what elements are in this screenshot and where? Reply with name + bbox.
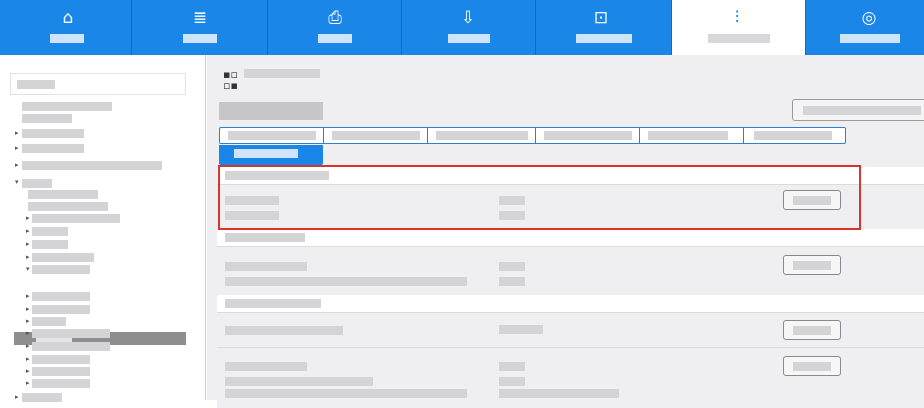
row-label — [225, 262, 307, 271]
sidebar-item[interactable] — [32, 329, 110, 338]
sidebar-item[interactable] — [22, 144, 84, 153]
settings-row — [217, 312, 924, 347]
action-button[interactable] — [792, 99, 924, 121]
nav-label-home — [50, 34, 84, 43]
row-value — [499, 389, 619, 398]
lifebuoy-icon: ◎ — [861, 8, 877, 28]
sidebar-item[interactable] — [22, 161, 162, 170]
sidebar-item[interactable] — [22, 393, 62, 402]
tab-bar — [219, 127, 846, 144]
nav-item-download[interactable]: ⇩ — [402, 0, 536, 55]
nav-item-storage[interactable]: ≣ — [132, 0, 268, 55]
sidebar-item[interactable] — [22, 129, 84, 138]
sidebar-item[interactable] — [28, 190, 98, 199]
chevron-right-icon[interactable]: ▸ — [26, 227, 30, 236]
row-value — [499, 362, 525, 371]
page-title — [219, 102, 323, 120]
chevron-right-icon[interactable]: ▸ — [15, 161, 19, 170]
chevron-right-icon[interactable]: ▸ — [26, 305, 30, 314]
row-label — [225, 277, 467, 286]
sidebar-item[interactable] — [32, 342, 110, 351]
nav-label-device — [576, 34, 632, 43]
sidebar-item[interactable] — [32, 265, 90, 274]
grid-icon[interactable]: ▪▫ ▫▪ — [223, 69, 238, 91]
sidebar-item[interactable] — [32, 227, 68, 236]
chevron-right-icon[interactable]: ▸ — [26, 355, 30, 364]
sidebar-item[interactable] — [32, 240, 68, 249]
sidebar-item[interactable] — [32, 292, 90, 301]
row-label — [225, 326, 343, 335]
tab[interactable] — [536, 128, 640, 143]
sidebar-item[interactable] — [22, 102, 112, 111]
section-header — [217, 295, 924, 312]
tab[interactable] — [220, 128, 324, 143]
printer-icon: ⎙ — [328, 8, 342, 28]
nav-label-settings — [708, 34, 770, 43]
chevron-right-icon[interactable]: ▸ — [26, 292, 30, 301]
chevron-right-icon[interactable]: ▸ — [15, 393, 19, 402]
sidebar: ▸ ▸ ▸ ▾ ▸ ▸ ▸ ▸ ▾ ▸ ▸ ▸ ▸ ▸ ▸ ▸ ▸ ▸ — [0, 55, 206, 402]
chevron-right-icon[interactable]: ▸ — [26, 214, 30, 223]
top-nav: ⌂ ≣ ⎙ ⇩ ⊡ ⫶ ◎ — [0, 0, 924, 55]
edit-button[interactable] — [783, 320, 841, 340]
chevron-right-icon[interactable]: ▸ — [15, 129, 19, 138]
sidebar-search-input[interactable] — [10, 73, 186, 95]
tab-active[interactable] — [219, 145, 323, 165]
highlight-box — [218, 165, 861, 230]
chevron-right-icon[interactable]: ▸ — [26, 329, 30, 338]
tab[interactable] — [640, 128, 744, 143]
settings-row — [217, 246, 924, 297]
row-value — [499, 377, 525, 386]
chevron-right-icon[interactable]: ▸ — [26, 240, 30, 249]
section-header — [217, 229, 924, 246]
row-value — [499, 325, 543, 334]
breadcrumb[interactable] — [244, 69, 320, 78]
sidebar-item[interactable] — [22, 179, 52, 188]
nav-item-print[interactable]: ⎙ — [268, 0, 402, 55]
stack-icon: ≣ — [192, 8, 208, 28]
chevron-right-icon[interactable]: ▸ — [26, 253, 30, 262]
nav-label-print — [318, 34, 352, 43]
nav-item-support[interactable]: ◎ — [806, 0, 924, 55]
sidebar-item[interactable] — [32, 355, 90, 364]
device-icon: ⊡ — [593, 8, 609, 28]
chevron-right-icon[interactable]: ▸ — [26, 317, 30, 326]
tab[interactable] — [744, 128, 845, 143]
tab[interactable] — [428, 128, 536, 143]
sidebar-item[interactable] — [32, 379, 90, 388]
chevron-down-icon[interactable]: ▾ — [26, 265, 30, 274]
chevron-right-icon[interactable]: ▸ — [26, 367, 30, 376]
home-icon: ⌂ — [62, 8, 74, 28]
nav-item-device[interactable]: ⊡ — [536, 0, 672, 55]
edit-button[interactable] — [783, 356, 841, 376]
chevron-right-icon[interactable]: ▸ — [15, 144, 19, 153]
nav-label-download — [448, 34, 490, 43]
row-label — [225, 389, 467, 398]
sidebar-item[interactable] — [32, 214, 120, 223]
chevron-right-icon[interactable]: ▸ — [26, 342, 30, 351]
row-value — [499, 277, 525, 286]
row-label — [225, 362, 307, 371]
sidebar-item[interactable] — [28, 202, 108, 211]
sidebar-item[interactable] — [32, 305, 90, 314]
sidebar-item[interactable] — [22, 114, 72, 123]
sidebar-item[interactable] — [32, 253, 94, 262]
row-label — [225, 377, 373, 386]
row-value — [499, 262, 525, 271]
nav-label-storage — [183, 34, 217, 43]
download-icon: ⇩ — [460, 8, 476, 28]
sliders-icon: ⫶ — [734, 8, 740, 28]
tab[interactable] — [324, 128, 428, 143]
nav-item-settings[interactable]: ⫶ — [672, 0, 806, 55]
edit-button[interactable] — [783, 255, 841, 275]
nav-label-support — [840, 34, 900, 43]
chevron-down-icon[interactable]: ▾ — [15, 178, 19, 187]
chevron-right-icon[interactable]: ▸ — [26, 379, 30, 388]
sidebar-item[interactable] — [32, 367, 90, 376]
settings-row — [217, 347, 924, 408]
sidebar-item[interactable] — [32, 317, 66, 326]
nav-item-home[interactable]: ⌂ — [0, 0, 132, 55]
